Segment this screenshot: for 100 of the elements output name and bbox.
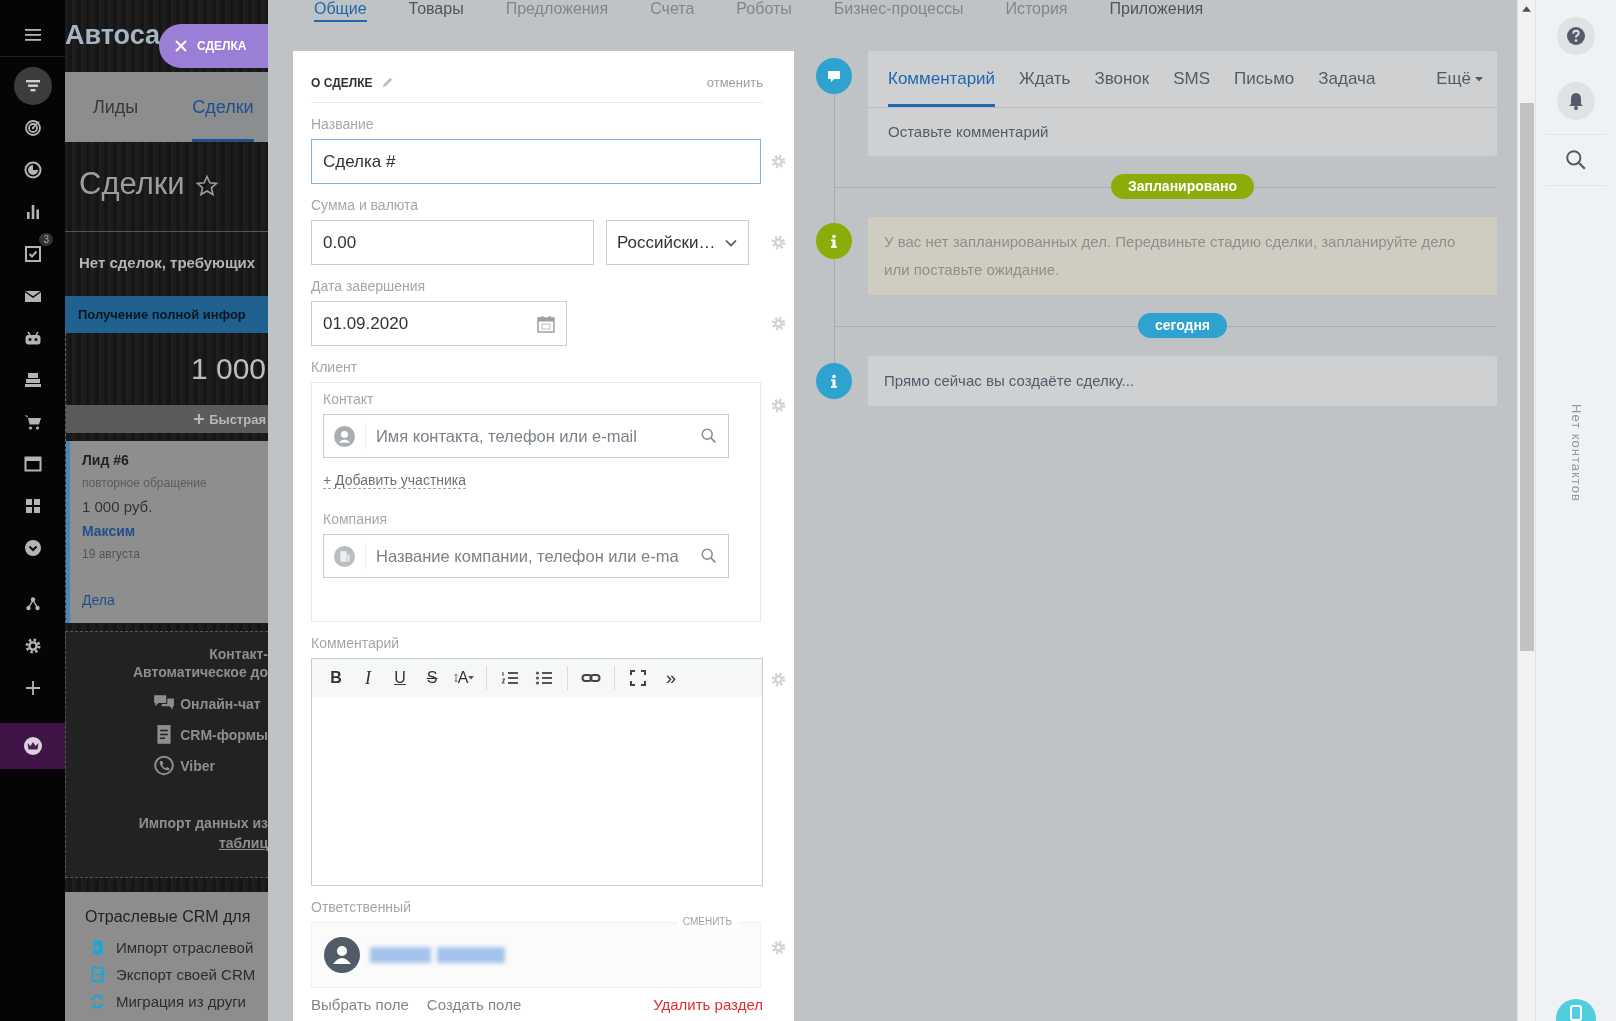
delete-section-link[interactable]: Удалить раздел [653, 996, 763, 1013]
comment-field[interactable]: Оставьте комментарий [868, 108, 1497, 156]
more-button[interactable]: » [657, 664, 685, 692]
underline-button[interactable]: U [386, 664, 414, 692]
sync-icon [89, 993, 106, 1010]
export-icon [89, 966, 106, 983]
field-label: Название [311, 116, 375, 133]
fullscreen-icon[interactable] [628, 668, 648, 688]
calendar-icon[interactable] [536, 313, 556, 334]
target-icon [22, 118, 43, 138]
tab[interactable]: Приложения [1109, 0, 1204, 22]
font-size-button[interactable]: A [450, 664, 478, 692]
deal-close-button[interactable]: СДЕЛКА [159, 24, 268, 68]
tab[interactable]: Звонок [1094, 51, 1150, 107]
tab[interactable]: Ждать [1019, 51, 1071, 107]
change-button[interactable]: СМЕНИТЬ [676, 915, 738, 928]
contact-link[interactable]: Максим [82, 523, 256, 539]
industry-title: Отраслевые CRM для [85, 908, 252, 926]
avatar-icon [324, 937, 360, 973]
portal-title: Автоса [65, 19, 159, 52]
add-participant-link[interactable]: + Добавить участника [323, 472, 467, 489]
channel-link[interactable]: CRM-формы [180, 727, 268, 743]
channel-link[interactable]: Viber [180, 758, 215, 774]
tab[interactable]: Задача [1318, 51, 1376, 107]
star-icon[interactable] [194, 174, 219, 198]
tab[interactable]: Письмо [1234, 51, 1295, 107]
cash-register-icon [22, 370, 43, 390]
caret-down-icon [468, 676, 475, 680]
count-badge: 3 [39, 233, 53, 246]
stage-header: Получение полной инфор [65, 296, 268, 333]
select-field-link[interactable]: Выбрать поле [311, 996, 409, 1013]
cancel-link[interactable]: отменить [706, 75, 763, 90]
checkbox-icon [22, 244, 43, 264]
chevron-down-icon [22, 538, 43, 558]
date-badge: сегодня [1137, 313, 1228, 338]
promo-subtitle: Автоматическое до [133, 664, 268, 680]
lead-title: Лид #6 [82, 452, 130, 468]
contact-search-field[interactable]: Имя контакта, телефон или e-mail [323, 414, 729, 458]
notice-text: Нет сделок, требующих [78, 254, 257, 273]
lead-date: 19 августа [82, 547, 141, 561]
crown-icon [22, 736, 43, 756]
currency-dropdown[interactable]: Российски… [606, 220, 749, 265]
notifications-button[interactable] [1557, 82, 1595, 120]
info-card: Прямо сейчас вы создаёте сделку... [868, 356, 1497, 406]
caret-down-icon [1475, 76, 1483, 82]
scrollbar-thumb[interactable] [1519, 103, 1534, 651]
window-icon [22, 454, 43, 474]
tab[interactable]: SMS [1173, 51, 1211, 107]
tab[interactable]: Комментарий [888, 51, 996, 107]
field-label: Комментарий [311, 635, 401, 652]
date-field[interactable]: 01.09.2020 [311, 301, 567, 346]
phone-bubble-icon [153, 755, 176, 777]
channel-link[interactable]: Онлайн-чат [180, 696, 261, 712]
comment-editor[interactable]: B I U S A » [311, 658, 763, 886]
company-search-field[interactable]: Название компании, телефон или e-ma [323, 534, 729, 578]
tab[interactable]: Товары [408, 0, 464, 22]
help-button[interactable] [1557, 17, 1595, 55]
field-label: Контакт [323, 391, 375, 408]
create-field-link[interactable]: Создать поле [426, 996, 522, 1013]
section-title: О СДЕЛКЕ [311, 75, 373, 90]
plus-icon [193, 413, 206, 425]
name-field[interactable]: Сделка # [311, 139, 761, 184]
tab[interactable]: Сделки [192, 72, 254, 142]
strikethrough-button[interactable]: S [418, 664, 446, 692]
bullet-list-icon[interactable] [534, 668, 554, 688]
stage-total: 1 000 [189, 351, 267, 387]
scrollbar[interactable] [1517, 0, 1535, 1021]
search-icon[interactable] [700, 547, 718, 565]
phone-icon [1568, 1005, 1584, 1021]
field-label: Клиент [311, 359, 359, 376]
page-title: Сделки [79, 166, 185, 202]
nav-item[interactable] [0, 723, 65, 769]
empty-contacts-text: Нет контактов [1568, 404, 1584, 502]
date-badge: Запланировано [1110, 174, 1255, 199]
clock-icon [22, 160, 43, 180]
nav-item[interactable]: 3 [0, 233, 65, 275]
quick-add-button[interactable]: Быстрая [66, 405, 268, 433]
industry-link[interactable]: Экспорт своей CRM [116, 966, 256, 983]
industry-link[interactable]: Импорт отраслевой [116, 939, 254, 956]
more-menu[interactable]: Ещё [1436, 51, 1483, 107]
promo-title: Контакт- [209, 646, 268, 662]
tab[interactable]: Общие [314, 0, 367, 22]
close-icon [174, 39, 188, 53]
industry-link[interactable]: Миграция из други [116, 993, 246, 1010]
up-arrow-icon[interactable] [1522, 6, 1531, 12]
field-label: Дата завершения [311, 278, 427, 295]
amount-field[interactable]: 0.00 [311, 220, 594, 265]
field-label: Сумма и валюта [311, 197, 420, 214]
import-link[interactable]: таблиц [218, 835, 268, 851]
bold-button[interactable]: B [322, 664, 350, 692]
up-down-arrow-icon [453, 673, 458, 683]
currency-value: Российски… [617, 232, 716, 253]
help-icon [1566, 26, 1586, 46]
search-icon[interactable] [1565, 149, 1587, 171]
search-icon[interactable] [700, 427, 718, 445]
italic-button[interactable]: I [354, 664, 382, 692]
field-label: Ответственный [311, 899, 412, 916]
building-icon [334, 545, 355, 567]
activities-link[interactable]: Дела [82, 592, 256, 612]
tab[interactable]: Лиды [93, 72, 139, 142]
